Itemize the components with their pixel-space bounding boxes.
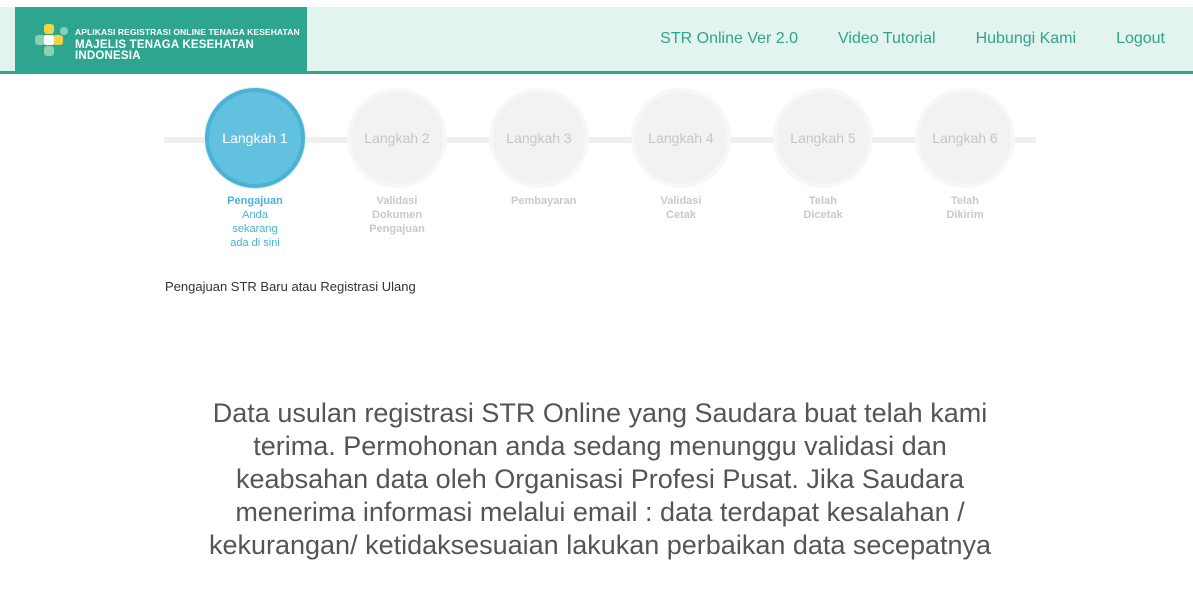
nav-hubungi-kami[interactable]: Hubungi Kami (976, 30, 1077, 48)
step-label: Validasi Dokumen Pengajuan (369, 195, 425, 235)
progress-steps: Langkah 1 Pengajuan Anda sekarang ada di… (164, 88, 1036, 250)
step-2: Langkah 2 Validasi Dokumen Pengajuan (347, 88, 447, 236)
mtki-logo-icon (35, 24, 68, 56)
brand-subtitle: APLIKASI REGISTRASI ONLINE TENAGA KESEHA… (75, 27, 300, 37)
brand-block[interactable]: APLIKASI REGISTRASI ONLINE TENAGA KESEHA… (15, 7, 307, 71)
step-circle: Langkah 5 (773, 88, 873, 188)
step-3: Langkah 3 Pembayaran (489, 88, 589, 208)
step-circle: Langkah 2 (347, 88, 447, 188)
nav-video-tutorial[interactable]: Video Tutorial (838, 30, 936, 48)
main-nav: STR Online Ver 2.0 Video Tutorial Hubung… (620, 7, 1193, 71)
brand-text: APLIKASI REGISTRASI ONLINE TENAGA KESEHA… (75, 28, 307, 63)
step-label: Pembayaran (511, 195, 577, 207)
step-label: Telah Dicetak (803, 195, 843, 221)
step-circle: Langkah 1 (205, 88, 305, 188)
nav-logout[interactable]: Logout (1116, 30, 1165, 48)
top-navbar: APLIKASI REGISTRASI ONLINE TENAGA KESEHA… (0, 7, 1193, 74)
step-circle: Langkah 3 (489, 88, 589, 188)
step-6: Langkah 6 Telah Dikirim (915, 88, 1015, 222)
current-step-note: Anda sekarang ada di sini (230, 209, 280, 249)
step-circle: Langkah 6 (915, 88, 1015, 188)
section-title: Pengajuan STR Baru atau Registrasi Ulang (165, 279, 416, 294)
step-label: Pengajuan Anda sekarang ada di sini (205, 194, 305, 250)
step-circle: Langkah 4 (631, 88, 731, 188)
step-label: Validasi Cetak (660, 195, 702, 221)
brand-title: MAJELIS TENAGA KESEHATAN INDONESIA (75, 38, 255, 62)
step-4: Langkah 4 Validasi Cetak (631, 88, 731, 222)
step-5: Langkah 5 Telah Dicetak (773, 88, 873, 222)
step-1: Langkah 1 Pengajuan Anda sekarang ada di… (205, 88, 305, 250)
status-message: Data usulan registrasi STR Online yang S… (208, 398, 992, 560)
step-label: Telah Dikirim (946, 195, 984, 221)
step-label-text: Pengajuan (227, 195, 283, 207)
nav-str-online[interactable]: STR Online Ver 2.0 (660, 30, 798, 48)
